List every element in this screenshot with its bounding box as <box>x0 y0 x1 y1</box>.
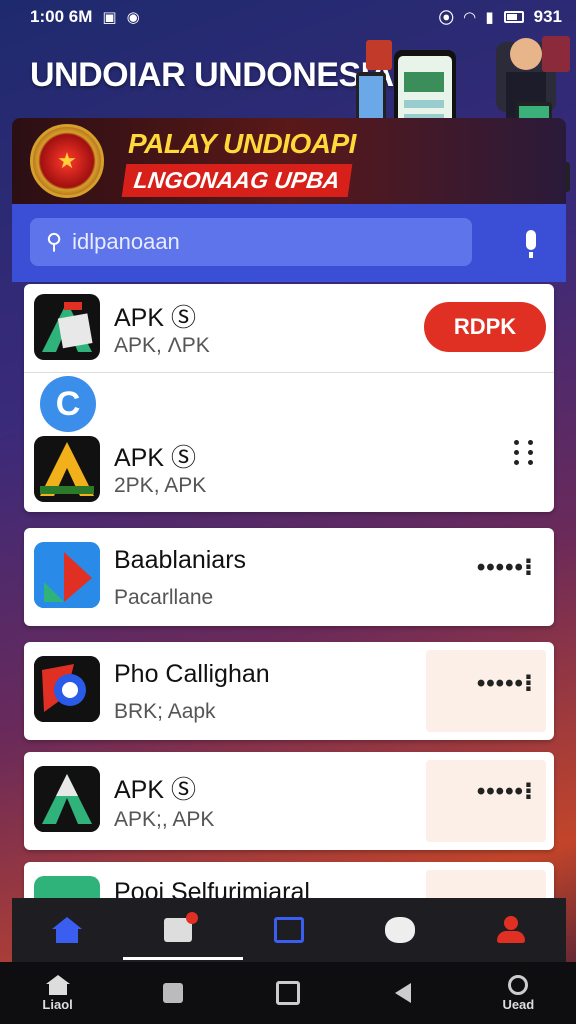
banner-subheadline: LNGONAAG UPBA <box>121 164 353 197</box>
home-icon <box>45 974 70 995</box>
recents-icon <box>275 981 300 1005</box>
search-icon: ⚲ <box>46 229 63 254</box>
nav-news[interactable] <box>123 898 244 962</box>
nav-tabs[interactable] <box>244 898 334 962</box>
app-subtitle: Pacarllane <box>114 586 214 609</box>
sys-user-label: Uead <box>502 996 535 1012</box>
sys-recents-button[interactable] <box>248 962 328 1024</box>
sys-home-label: Liaol <box>42 996 73 1012</box>
download-button[interactable]: RDPK <box>424 302 546 352</box>
sys-home-button[interactable]: Liaol <box>18 962 98 1024</box>
app-list-card: APK Ⓢ APK;, APK •••••⁝ <box>24 752 554 850</box>
app-list-card: Pho Callighan BRK; Aapk •••••⁝ <box>24 642 554 740</box>
signal-icon: ▮ <box>485 9 494 26</box>
app-name: APK Ⓢ <box>114 304 196 332</box>
stop-icon <box>162 983 183 1003</box>
app-list-card: APK Ⓢ APK, ΛPK RDPK C APK Ⓢ 2PK, APK <box>24 284 554 512</box>
app-subtitle: 2PK, APK <box>114 474 207 497</box>
divider <box>24 372 554 373</box>
news-icon <box>164 912 199 942</box>
sys-user-button[interactable]: Uead <box>478 962 558 1024</box>
search-box[interactable]: ⚲ <box>30 218 472 266</box>
settings-icon: ◉ <box>126 9 140 26</box>
status-time: 1:00 6M <box>30 7 93 26</box>
more-options-icon[interactable]: •••••⁝ <box>477 672 534 696</box>
app-subtitle: APK;, APK <box>114 808 215 831</box>
home-icon <box>52 917 83 943</box>
user-icon <box>508 974 529 995</box>
app-icon[interactable] <box>34 656 100 722</box>
promo-banner[interactable]: ★ PALAY UNDIOAPI LNGONAAG UPBA <box>12 118 566 204</box>
app-icon[interactable] <box>34 542 100 608</box>
sys-back-button[interactable] <box>363 962 443 1024</box>
app-name: APK Ⓢ <box>114 776 196 804</box>
app-subtitle: BRK; Aapk <box>114 700 216 723</box>
tabs-icon <box>273 917 304 943</box>
banner-headline: PALAY UNDIOAPI <box>128 128 356 159</box>
system-navigation: Liaol Uead <box>0 962 576 1024</box>
microphone-icon[interactable] <box>526 230 536 258</box>
app-name: Baablaniars <box>114 546 247 574</box>
search-bar: ⚲ <box>12 204 566 282</box>
battery-level: 931 <box>533 7 562 26</box>
app-header: UNDOIAR UNDONESIA <box>0 36 576 192</box>
refresh-icon[interactable]: C <box>40 376 96 432</box>
nav-home[interactable] <box>22 898 112 962</box>
gamepad-icon <box>384 917 415 943</box>
wifi-icon: ◠ <box>463 9 476 26</box>
vibrate-icon: ⦿ <box>438 9 454 27</box>
more-options-icon[interactable]: •••••⁝ <box>477 556 534 580</box>
nav-profile[interactable] <box>466 898 556 962</box>
page-title: UNDOIAR UNDONESIA <box>30 56 394 94</box>
more-options-icon[interactable]: •••••⁝ <box>477 780 534 804</box>
battery-icon <box>503 11 524 23</box>
app-icon[interactable] <box>34 766 100 832</box>
app-icon[interactable] <box>34 294 100 360</box>
app-icon[interactable] <box>34 436 100 502</box>
bottom-navigation <box>12 898 566 962</box>
app-name: Pho Callighan <box>114 660 270 688</box>
nav-games[interactable] <box>355 898 445 962</box>
status-bar: 1:00 6M ▣ ◉ ⦿ ◠ ▮ 931 <box>0 0 576 34</box>
seal-logo: ★ <box>30 124 104 198</box>
back-icon <box>395 983 412 1003</box>
app-list-card: Baablaniars Pacarllane •••••⁝ <box>24 528 554 626</box>
search-input[interactable] <box>72 229 433 255</box>
app-subtitle: APK, ΛPK <box>114 334 210 357</box>
sys-stop-button[interactable] <box>133 962 213 1024</box>
profile-icon <box>496 916 525 944</box>
app-name: APK Ⓢ <box>114 444 196 472</box>
more-options-icon[interactable] <box>514 440 533 465</box>
notification-icon: ▣ <box>102 9 117 26</box>
